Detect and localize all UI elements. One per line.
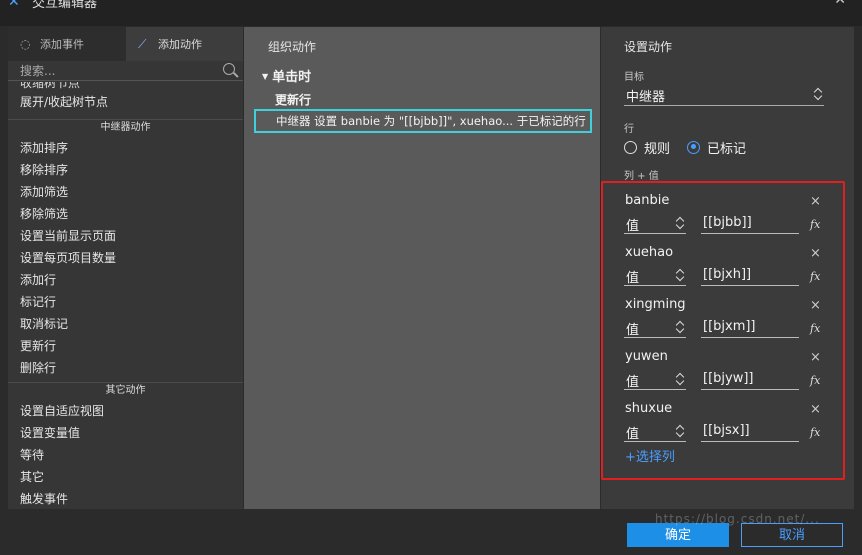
organize-heading: 组织动作 <box>268 40 317 54</box>
case-node[interactable]: 更新行 <box>275 91 311 108</box>
list-item[interactable]: 移除筛选 <box>20 205 68 222</box>
list-item[interactable]: 标记行 <box>20 293 56 310</box>
search-bar <box>8 61 243 81</box>
target-value: 中继器 <box>626 90 666 105</box>
annotation-highlight-box <box>601 181 845 480</box>
radio-marked-label[interactable]: 已标记 <box>707 138 746 157</box>
selected-action[interactable]: 中继器 设置 banbie 为 "[[bjbb]]", xuehao... 于已… <box>254 109 592 133</box>
organize-actions-panel: 组织动作 ▼ 单击时 更新行 中继器 设置 banbie 为 "[[bjbb]]"… <box>244 27 600 509</box>
list-item[interactable]: 取消标记 <box>20 315 68 332</box>
magic-wand-icon: ⟋ <box>138 36 147 51</box>
configure-heading: 设置动作 <box>624 40 673 54</box>
cancel-button[interactable]: 取消 <box>741 523 843 547</box>
list-item[interactable]: 收缩树节点 <box>20 82 80 91</box>
radio-rule[interactable] <box>624 140 637 154</box>
tab-add-event-label: 添加事件 <box>40 38 84 51</box>
list-item[interactable]: 设置每页项目数量 <box>20 249 116 266</box>
tab-bar: ◌ 添加事件 ⟋ 添加动作 <box>8 27 243 61</box>
group-header-repeater: 中继器动作 <box>8 119 243 135</box>
list-item[interactable]: 展开/收起树节点 <box>20 93 108 110</box>
list-item[interactable]: 其它 <box>20 468 44 485</box>
list-item[interactable]: 设置变量值 <box>20 424 80 441</box>
action-list: 收缩树节点 展开/收起树节点 中继器动作 添加排序 移除排序 添加筛选 移除筛选… <box>8 82 243 509</box>
tab-add-action-label: 添加动作 <box>158 38 202 51</box>
radio-rule-label[interactable]: 规则 <box>644 138 670 157</box>
list-item[interactable]: 设置当前显示页面 <box>20 227 116 244</box>
list-item[interactable]: 等待 <box>20 446 44 463</box>
list-item[interactable]: 移除排序 <box>20 161 68 178</box>
title-bar: ✕ 交互编辑器 ✕ <box>0 0 862 26</box>
row-label: 行 <box>624 124 634 135</box>
search-input[interactable] <box>20 61 210 81</box>
list-item[interactable]: 添加行 <box>20 271 56 288</box>
window-title: 交互编辑器 <box>32 0 98 11</box>
list-item[interactable]: 删除行 <box>20 359 56 376</box>
tab-add-event[interactable]: ◌ 添加事件 <box>8 27 126 61</box>
list-item[interactable]: 更新行 <box>20 337 56 354</box>
row-radio-group: 规则 已标记 <box>624 138 763 157</box>
list-item[interactable]: 添加筛选 <box>20 183 68 200</box>
group-header-other: 其它动作 <box>8 382 243 398</box>
columns-label: 列 + 值 <box>624 171 659 182</box>
tab-add-action[interactable]: ⟋ 添加动作 <box>126 27 243 61</box>
search-icon[interactable] <box>223 63 235 75</box>
ok-button[interactable]: 确定 <box>627 523 729 547</box>
action-library-panel: ◌ 添加事件 ⟋ 添加动作 收缩树节点 展开/收起树节点 中继器动作 添加排序 … <box>8 27 243 509</box>
updown-icon <box>814 87 822 101</box>
event-icon: ◌ <box>20 37 31 51</box>
close-icon[interactable]: ✕ <box>834 0 846 8</box>
list-item[interactable]: 触发事件 <box>20 490 68 507</box>
target-label: 目标 <box>624 72 644 83</box>
watermark-text: https://blog.csdn.net/... <box>655 512 820 526</box>
event-label: 单击时 <box>272 70 312 85</box>
app-logo-icon: ✕ <box>8 0 20 10</box>
radio-marked[interactable] <box>687 140 701 154</box>
event-node[interactable]: ▼ 单击时 <box>262 66 311 85</box>
list-item[interactable]: 设置自适应视图 <box>20 402 104 419</box>
target-select[interactable]: 中继器 <box>624 84 824 106</box>
caret-down-icon[interactable]: ▼ <box>262 72 268 81</box>
list-item[interactable]: 添加排序 <box>20 139 68 156</box>
